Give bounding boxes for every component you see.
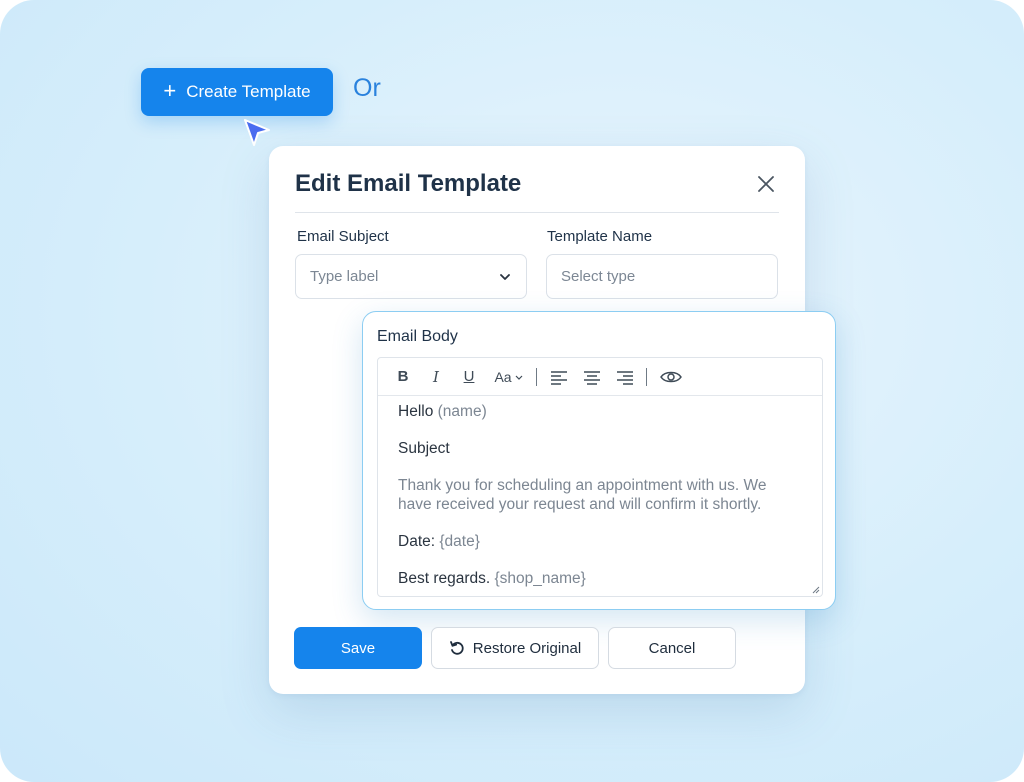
date-label: Date: bbox=[398, 533, 436, 550]
email-subject-placeholder: Type label bbox=[310, 268, 379, 285]
template-name-label: Template Name bbox=[547, 228, 653, 245]
subject-line: Subject bbox=[398, 440, 450, 457]
mouse-cursor-icon bbox=[244, 119, 270, 146]
underline-button[interactable]: U bbox=[460, 365, 478, 389]
bold-button[interactable]: B bbox=[394, 365, 412, 389]
email-body-card: Email Body B I U Aa Hello (name) Subject… bbox=[362, 311, 836, 610]
cancel-button[interactable]: Cancel bbox=[608, 627, 736, 669]
resize-grip-icon[interactable] bbox=[810, 584, 820, 594]
greeting-line: Hello (name) bbox=[398, 402, 802, 421]
restore-icon bbox=[449, 641, 464, 655]
create-template-button[interactable]: + Create Template bbox=[141, 68, 333, 116]
modal-title: Edit Email Template bbox=[295, 170, 522, 197]
email-body-label: Email Body bbox=[377, 328, 458, 345]
toolbar-separator bbox=[536, 367, 537, 386]
date-variable: {date} bbox=[439, 533, 480, 550]
font-size-dropdown[interactable]: Aa bbox=[492, 365, 526, 389]
email-body-content[interactable]: Hello (name) Subject Thank you for sched… bbox=[378, 396, 822, 596]
regards-text: Best regards. bbox=[398, 570, 491, 587]
email-subject-select[interactable]: Type label bbox=[295, 254, 527, 299]
restore-original-button[interactable]: Restore Original bbox=[431, 627, 599, 669]
modal-divider bbox=[295, 212, 779, 213]
date-line: Date: {date} bbox=[398, 532, 802, 551]
align-center-icon[interactable] bbox=[582, 365, 602, 389]
save-button[interactable]: Save bbox=[294, 627, 422, 669]
eye-icon[interactable] bbox=[659, 365, 683, 389]
regards-line: Best regards. {shop_name} bbox=[398, 569, 802, 588]
toolbar-separator bbox=[646, 367, 647, 386]
greeting-text: Hello bbox=[398, 403, 434, 420]
italic-button[interactable]: I bbox=[427, 365, 445, 389]
background-stage: + Create Template Or Edit Email Template… bbox=[0, 0, 1024, 782]
template-name-select[interactable]: Select type bbox=[546, 254, 778, 299]
plus-icon: + bbox=[163, 78, 177, 103]
message-line: Thank you for scheduling an appointment … bbox=[398, 477, 767, 513]
font-size-label: Aa bbox=[494, 368, 512, 385]
email-subject-label: Email Subject bbox=[297, 228, 389, 245]
email-body-editor[interactable]: B I U Aa Hello (name) Subject Thank you … bbox=[377, 357, 823, 597]
template-name-placeholder: Select type bbox=[561, 268, 636, 285]
chevron-down-icon bbox=[500, 273, 510, 280]
or-label: Or bbox=[353, 74, 381, 102]
create-template-label: Create Template bbox=[186, 82, 311, 101]
align-left-icon[interactable] bbox=[549, 365, 569, 389]
shop-name-variable: {shop_name} bbox=[494, 570, 586, 587]
align-right-icon[interactable] bbox=[615, 365, 635, 389]
chevron-down-icon bbox=[515, 375, 522, 380]
editor-toolbar: B I U Aa bbox=[378, 358, 822, 396]
name-variable: (name) bbox=[437, 403, 487, 420]
restore-original-label: Restore Original bbox=[472, 639, 582, 657]
close-icon[interactable] bbox=[755, 173, 777, 195]
